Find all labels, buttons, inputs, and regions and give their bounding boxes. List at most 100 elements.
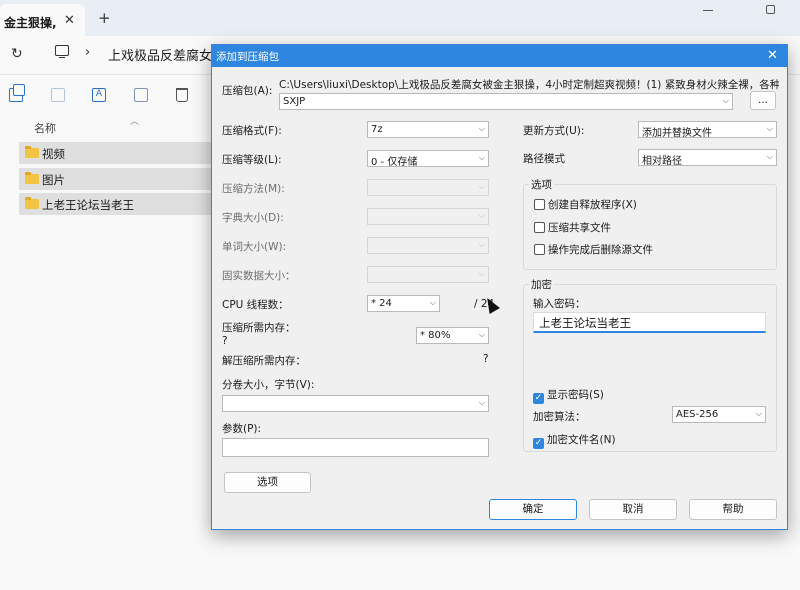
compress-shared-label: 压缩共享文件 [548, 222, 611, 234]
cancel-button[interactable]: 取消 [589, 499, 677, 520]
chevron-down-icon: ⌵ [766, 124, 773, 133]
breadcrumb[interactable]: 上戏极品反差腐女被 [108, 45, 218, 64]
new-tab-icon[interactable]: + [98, 9, 111, 27]
encryption-group-title: 加密 [529, 277, 554, 292]
copy-icon[interactable] [9, 84, 25, 102]
delete-source-checkbox[interactable]: 操作完成后删除源文件 [534, 242, 653, 257]
list-item[interactable]: 上老王论坛当老王 [19, 193, 219, 215]
params-input[interactable] [222, 438, 489, 457]
word-size-select: ⌵ [367, 237, 489, 254]
dialog-title: 添加到压缩包 [216, 51, 279, 63]
mem-usage-value: * 80% [420, 330, 451, 341]
encryption-method-select[interactable]: AES-256 ⌵ [672, 406, 766, 423]
explorer-tab[interactable]: 金主狠操, ✕ [0, 4, 85, 36]
update-mode-select[interactable]: 添加并替换文件 ⌵ [638, 121, 777, 138]
method-select: ⌵ [367, 179, 489, 196]
split-size-combo[interactable]: ⌵ [222, 395, 489, 412]
dialog-title-bar[interactable]: 添加到压缩包 ✕ [212, 45, 787, 67]
chevron-down-icon: ⌵ [478, 211, 485, 220]
folder-icon [25, 172, 39, 184]
level-select[interactable]: 0 - 仅存储 ⌵ [367, 150, 489, 167]
rename-icon[interactable]: A [92, 88, 106, 102]
mem-usage-select[interactable]: * 80% ⌵ [416, 327, 489, 344]
add-to-archive-dialog: 添加到压缩包 ✕ 压缩包(A): C:\Users\liuxi\Desktop\… [211, 44, 788, 530]
list-item[interactable]: 图片 [19, 168, 219, 190]
check-icon: ✓ [533, 438, 544, 449]
cpu-threads-label: CPU 线程数： [222, 299, 289, 311]
paste-icon[interactable] [51, 88, 65, 102]
help-button[interactable]: 帮助 [689, 499, 777, 520]
ok-button[interactable]: 确定 [489, 499, 577, 520]
file-name: 图片 [42, 173, 65, 187]
create-sfx-label: 创建自释放程序(X) [548, 199, 637, 211]
close-icon[interactable]: ✕ [767, 48, 778, 63]
mem-compress-value: ? [222, 335, 228, 347]
file-name: 视频 [42, 147, 65, 161]
chevron-down-icon: ⌵ [478, 269, 485, 278]
archive-name-combo[interactable]: SXJP ⌵ [279, 93, 733, 110]
file-name: 上老王论坛当老王 [42, 198, 134, 212]
format-label: 压缩格式(F): [222, 125, 282, 137]
dict-size-label: 字典大小(D): [222, 212, 284, 224]
chevron-down-icon: ⌵ [478, 240, 485, 249]
update-mode-value: 添加并替换文件 [642, 128, 712, 138]
format-select[interactable]: 7z ⌵ [367, 121, 489, 138]
column-header-name[interactable]: 名称 [34, 120, 56, 136]
encryption-method-value: AES-256 [676, 409, 719, 420]
password-label: 输入密码： [533, 298, 586, 310]
tab-title: 金主狠操, [4, 16, 57, 30]
dict-size-select: ⌵ [367, 208, 489, 225]
delete-source-label: 操作完成后删除源文件 [548, 244, 653, 256]
folder-icon [25, 197, 39, 209]
archive-label: 压缩包(A): [222, 85, 273, 97]
tab-bar: 金主狠操, ✕ + [0, 0, 800, 36]
compress-shared-checkbox[interactable]: 压缩共享文件 [534, 220, 611, 235]
browse-button[interactable]: ... [750, 91, 776, 110]
chevron-down-icon: ⌵ [722, 96, 729, 105]
solid-size-select: ⌵ [367, 266, 489, 283]
mem-decompress-label: 解压缩所需内存： [222, 355, 306, 367]
solid-size-label: 固实数据大小： [222, 270, 296, 282]
refresh-icon[interactable]: ↻ [11, 46, 23, 62]
this-pc-icon[interactable] [55, 45, 69, 58]
mem-decompress-value: ? [483, 353, 489, 365]
encrypt-names-checkbox[interactable]: ✓ 加密文件名(N) [533, 432, 616, 449]
update-mode-label: 更新方式(U): [523, 125, 585, 137]
options-button[interactable]: 选项 [224, 472, 311, 493]
path-mode-label: 路径模式 [523, 153, 565, 165]
archive-path: C:\Users\liuxi\Desktop\上戏极品反差腐女被金主狠操，4小时… [279, 79, 779, 91]
chevron-down-icon: ⌵ [755, 409, 762, 418]
cpu-threads-value: * 24 [371, 298, 392, 309]
path-mode-value: 相对路径 [642, 156, 682, 166]
level-label: 压缩等级(L): [222, 154, 282, 166]
params-label: 参数(P): [222, 423, 262, 435]
show-password-checkbox[interactable]: ✓ 显示密码(S) [533, 387, 604, 404]
mem-compress-label: 压缩所需内存： [222, 322, 296, 334]
chevron-down-icon: ⌵ [478, 153, 485, 162]
method-label: 压缩方法(M): [222, 183, 285, 195]
share-icon[interactable] [134, 88, 148, 102]
chevron-down-icon: ⌵ [429, 298, 436, 307]
sort-up-icon: ︿ [130, 117, 140, 127]
encrypt-names-label: 加密文件名(N) [547, 434, 616, 446]
show-password-label: 显示密码(S) [547, 389, 604, 401]
create-sfx-checkbox[interactable]: 创建自释放程序(X) [534, 197, 637, 212]
chevron-right-icon[interactable]: › [85, 45, 90, 60]
word-size-label: 单词大小(W): [222, 241, 287, 253]
chevron-down-icon: ⌵ [478, 398, 485, 407]
path-mode-select[interactable]: 相对路径 ⌵ [638, 149, 777, 166]
cpu-threads-select[interactable]: * 24 ⌵ [367, 295, 440, 312]
checkbox-box [534, 244, 545, 255]
chevron-down-icon: ⌵ [766, 152, 773, 161]
chevron-down-icon: ⌵ [478, 182, 485, 191]
options-group-title: 选项 [529, 177, 554, 192]
checkbox-box [534, 222, 545, 233]
maximize-icon[interactable] [766, 5, 775, 14]
options-group: 选项 创建自释放程序(X) 压缩共享文件 操作完成后删除源文件 [523, 177, 777, 270]
password-input[interactable]: 上老王论坛当老王 [533, 312, 766, 333]
list-item[interactable]: 视频 [19, 142, 219, 164]
minimize-icon[interactable] [703, 10, 713, 12]
delete-icon[interactable] [176, 88, 188, 102]
check-icon: ✓ [533, 393, 544, 404]
tab-close-icon[interactable]: ✕ [64, 13, 75, 28]
